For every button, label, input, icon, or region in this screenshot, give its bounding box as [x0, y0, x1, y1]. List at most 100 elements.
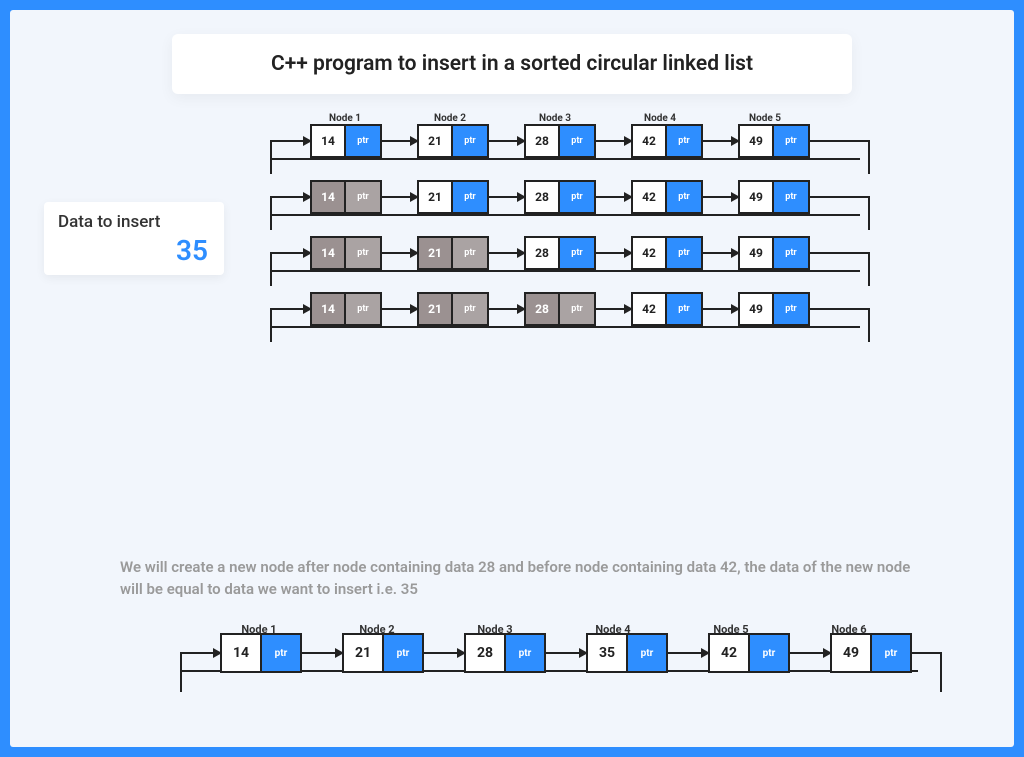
description-text: We will create a new node after node con… [120, 557, 920, 601]
node-data: 14 [312, 182, 346, 212]
arrow [489, 308, 524, 310]
node-ptr: ptr [750, 635, 788, 671]
node-ptr: ptr [384, 635, 422, 671]
list-row: Node 1Node 2Node 3Node 4Node 514ptr21ptr… [270, 113, 870, 160]
node: 21ptr [417, 180, 489, 214]
node: 28ptr [464, 633, 546, 673]
arrow [489, 252, 524, 254]
node: 49ptr [738, 292, 810, 326]
node-ptr: ptr [667, 238, 701, 268]
arrow [489, 140, 524, 142]
node-ptr: ptr [453, 294, 487, 324]
node-ptr: ptr [774, 182, 808, 212]
node-data: 14 [312, 126, 346, 156]
node-data: 21 [419, 182, 453, 212]
node-label: Node 5 [730, 113, 800, 124]
node-ptr: ptr [346, 126, 380, 156]
node-ptr: ptr [453, 182, 487, 212]
arrow [703, 252, 738, 254]
node-data: 42 [633, 238, 667, 268]
loop-tail [810, 308, 870, 342]
node-data: 28 [526, 182, 560, 212]
node-ptr: ptr [560, 126, 594, 156]
node-ptr: ptr [453, 238, 487, 268]
node: 49ptr [738, 124, 810, 158]
arrow [596, 252, 631, 254]
node: 14ptr [310, 236, 382, 270]
arrow [703, 196, 738, 198]
arrow [790, 652, 830, 654]
arrow [382, 140, 417, 142]
node-data: 49 [740, 238, 774, 268]
loop-lead-in [270, 140, 310, 174]
arrow [596, 196, 631, 198]
step-rows: Node 1Node 2Node 3Node 4Node 514ptr21ptr… [270, 113, 870, 348]
node: 14ptr [310, 292, 382, 326]
node: 21ptr [342, 633, 424, 673]
node-ptr: ptr [506, 635, 544, 671]
node: 28ptr [524, 292, 596, 326]
node: 28ptr [524, 180, 596, 214]
node-ptr: ptr [872, 635, 910, 671]
page-title: C++ program to insert in a sorted circul… [172, 34, 852, 94]
loop-bottom [270, 158, 860, 160]
node: 21ptr [417, 124, 489, 158]
loop-bottom [270, 270, 860, 272]
node-data: 14 [312, 238, 346, 268]
loop-tail [810, 196, 870, 230]
loop-lead-in [180, 652, 220, 692]
loop-lead-in [270, 308, 310, 342]
node-ptr: ptr [262, 635, 300, 671]
list-row: 14ptr21ptr28ptr42ptr49ptr [270, 236, 870, 272]
node-ptr: ptr [346, 294, 380, 324]
node-ptr: ptr [560, 182, 594, 212]
node: 49ptr [830, 633, 912, 673]
arrow [382, 196, 417, 198]
node-data: 35 [588, 635, 628, 671]
node-label: Node 3 [520, 113, 590, 124]
arrow [596, 140, 631, 142]
node: 14ptr [220, 633, 302, 673]
node-data: 14 [222, 635, 262, 671]
node: 49ptr [738, 180, 810, 214]
node: 42ptr [631, 236, 703, 270]
arrow [668, 652, 708, 654]
node: 21ptr [417, 236, 489, 270]
insert-data-card: Data to insert 35 [44, 202, 224, 275]
node: 35ptr [586, 633, 668, 673]
node-data: 49 [832, 635, 872, 671]
loop-bottom [270, 326, 860, 328]
node: 42ptr [631, 124, 703, 158]
list-row: 14ptr21ptr28ptr42ptr49ptr [270, 292, 870, 328]
node-data: 28 [526, 126, 560, 156]
node-data: 21 [419, 126, 453, 156]
insert-value: 35 [58, 234, 208, 267]
node-ptr: ptr [628, 635, 666, 671]
node-ptr: ptr [346, 238, 380, 268]
node: 42ptr [708, 633, 790, 673]
arrow [596, 308, 631, 310]
node-label: Node 4 [625, 113, 695, 124]
node: 28ptr [524, 124, 596, 158]
node: 28ptr [524, 236, 596, 270]
node-data: 21 [419, 238, 453, 268]
arrow [302, 652, 342, 654]
node-ptr: ptr [774, 294, 808, 324]
list-row: Node 1Node 2Node 3Node 4Node 5Node 614pt… [180, 623, 942, 672]
loop-tail [810, 252, 870, 286]
node-data: 42 [633, 294, 667, 324]
arrow [703, 308, 738, 310]
node-ptr: ptr [667, 294, 701, 324]
node-data: 28 [466, 635, 506, 671]
node-ptr: ptr [560, 238, 594, 268]
node-data: 21 [344, 635, 384, 671]
loop-lead-in [270, 196, 310, 230]
node-ptr: ptr [667, 182, 701, 212]
arrow [382, 252, 417, 254]
node: 14ptr [310, 180, 382, 214]
node-ptr: ptr [774, 126, 808, 156]
loop-bottom [270, 214, 860, 216]
node-ptr: ptr [774, 238, 808, 268]
loop-tail [810, 140, 870, 174]
loop-lead-in [270, 252, 310, 286]
